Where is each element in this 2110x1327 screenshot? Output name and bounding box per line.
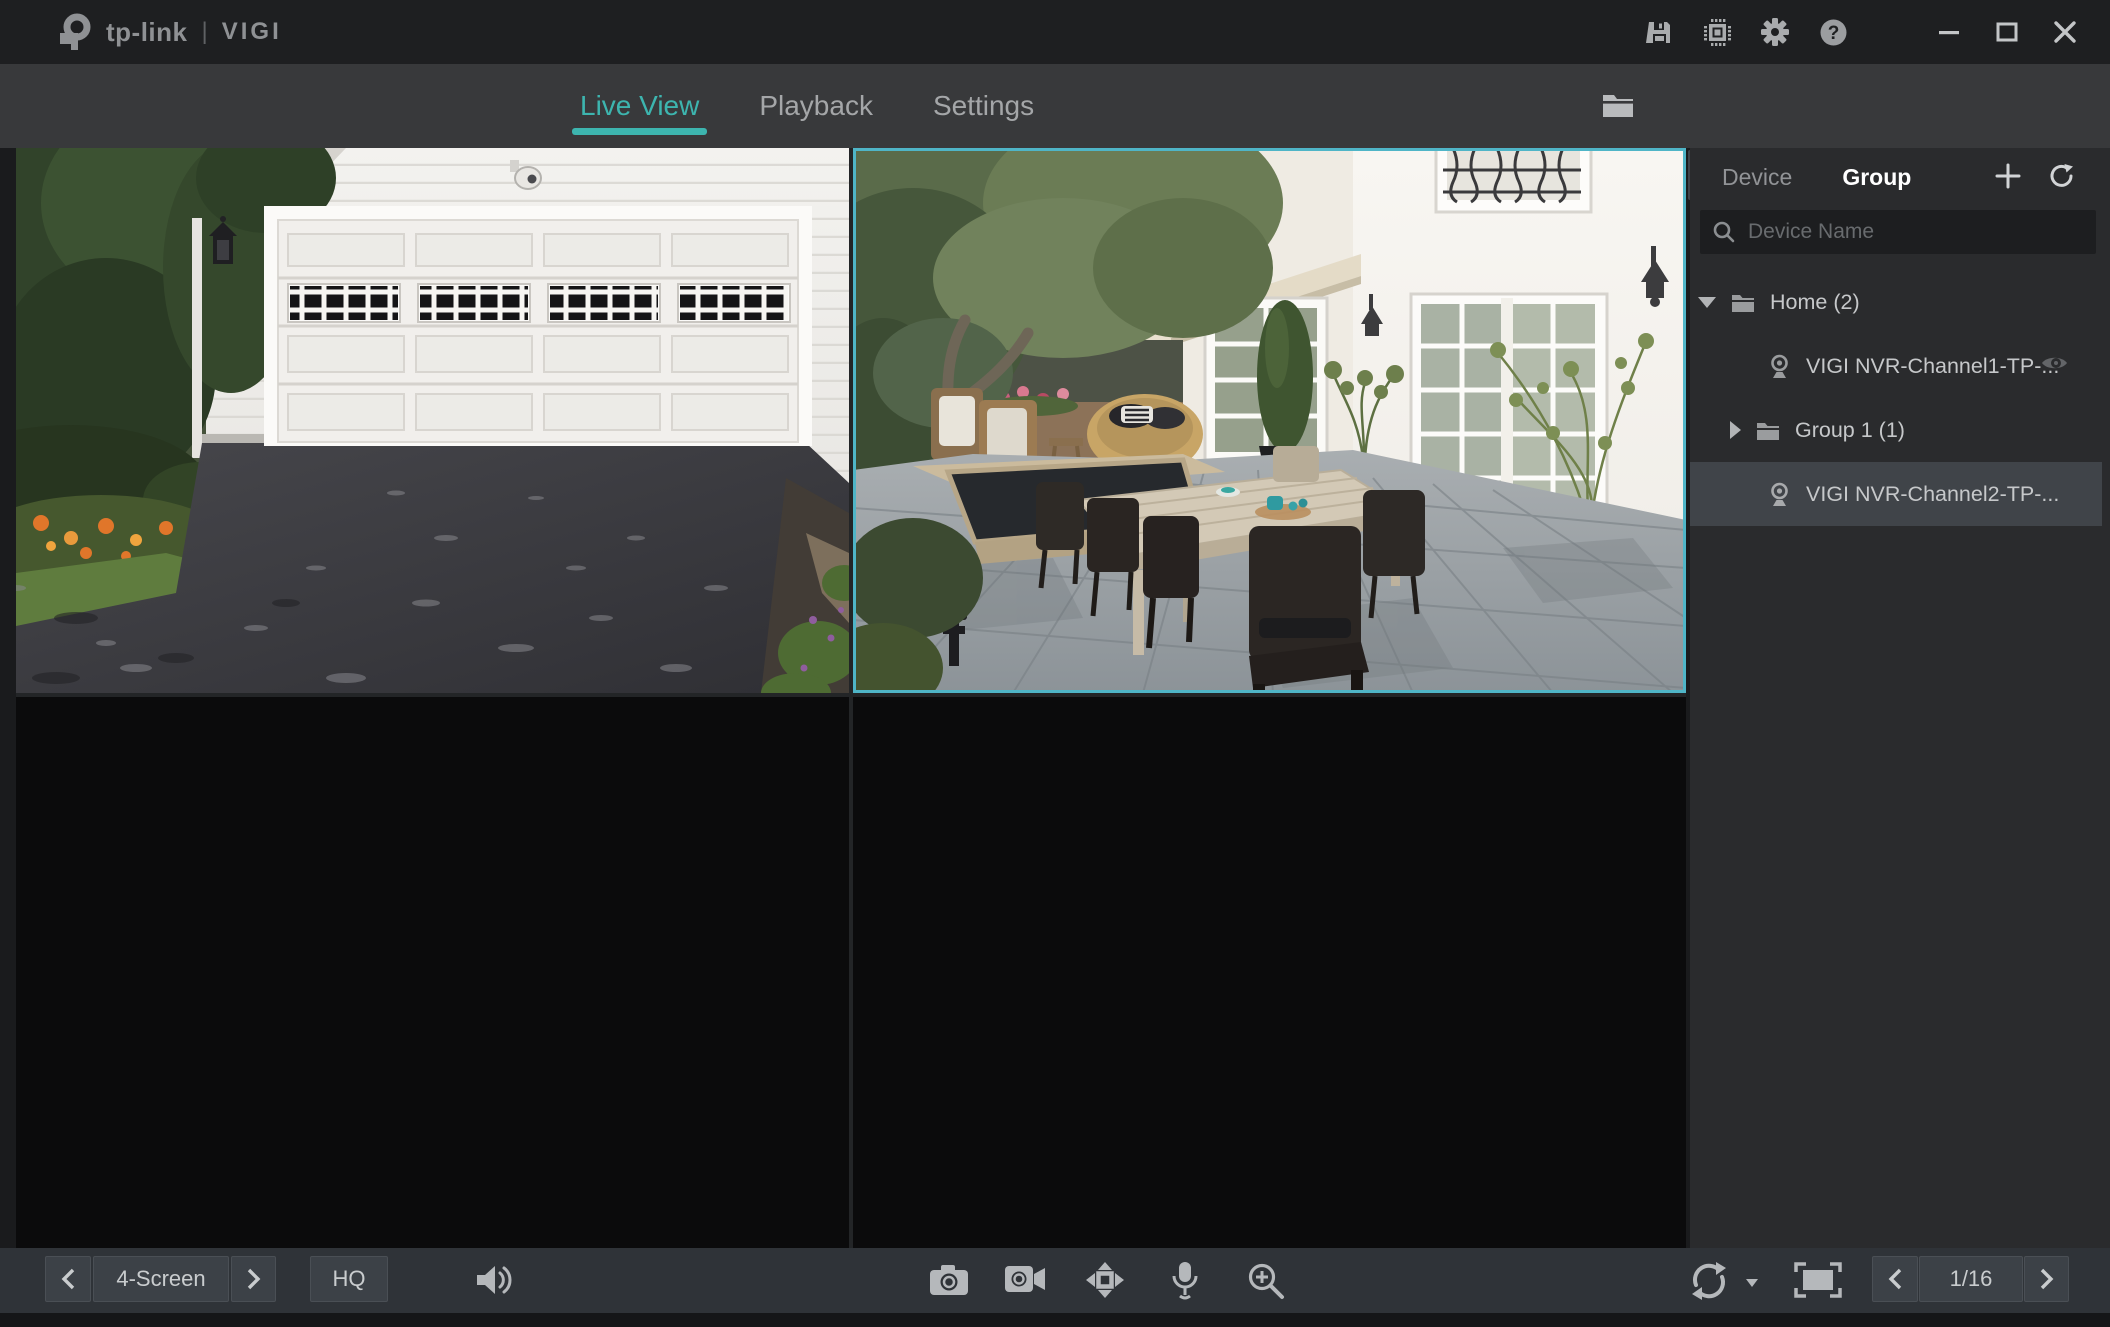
page-indicator: 1/16 [1919, 1256, 2023, 1302]
screen-layout-button[interactable]: 4-Screen [93, 1256, 229, 1302]
chevron-left-icon [60, 1267, 76, 1291]
ptz-icon[interactable] [1083, 1261, 1127, 1304]
microphone-icon[interactable] [1170, 1260, 1200, 1305]
tree-item-label: Group 1 (1) [1795, 418, 1905, 443]
sidebar-tab-device[interactable]: Device [1722, 164, 1792, 191]
tab-playback-label: Playback [759, 90, 873, 122]
svg-text:?: ? [1827, 23, 1839, 44]
auto-switch-icon[interactable] [1688, 1260, 1730, 1307]
playback-toolbar: 4-Screen HQ [0, 1248, 2110, 1313]
quality-button[interactable]: HQ [310, 1256, 388, 1302]
tab-settings-label: Settings [933, 90, 1034, 122]
refresh-icon[interactable] [2048, 162, 2076, 190]
video-cell-empty-4[interactable] [853, 697, 1686, 1248]
garage-camera-feed [16, 148, 849, 693]
folder-icon[interactable] [1601, 90, 1635, 120]
patio-camera-feed [853, 148, 1686, 693]
record-icon[interactable] [1003, 1263, 1047, 1300]
device-search [1700, 210, 2096, 254]
chevron-left-icon [1887, 1267, 1903, 1291]
device-sidebar: Device Group Home (2) VIGI NVR-Channel1- [1690, 148, 2110, 1248]
camera-icon [1768, 354, 1791, 379]
close-icon[interactable] [2050, 17, 2080, 47]
search-input[interactable] [1748, 220, 2084, 244]
tab-playback[interactable]: Playback [755, 64, 877, 148]
gear-icon[interactable] [1760, 17, 1790, 47]
maximize-icon[interactable] [1992, 17, 2022, 47]
tree-item-home[interactable]: Home (2) [1690, 270, 2110, 334]
brand-text: tp-link [106, 17, 188, 48]
dropdown-caret-icon[interactable] [1744, 1276, 1760, 1294]
chevron-right-icon [246, 1267, 262, 1291]
tree-item-label: VIGI NVR-Channel2-TP-... [1806, 482, 2059, 507]
video-cell-patio[interactable] [853, 148, 1686, 693]
video-cell-garage[interactable] [16, 148, 849, 693]
window-bottom-edge [0, 1313, 2110, 1327]
zoom-in-icon[interactable] [1246, 1261, 1286, 1306]
tree-item-group1[interactable]: Group 1 (1) [1690, 398, 2110, 462]
tab-live-view[interactable]: Live View [576, 64, 703, 148]
tplink-vigi-logo: tp-link | VIGI [54, 12, 282, 52]
tree-item-label: Home (2) [1770, 290, 1860, 315]
tplink-logo-icon [54, 12, 94, 52]
chevron-down-icon[interactable] [1698, 297, 1716, 308]
tab-settings[interactable]: Settings [929, 64, 1038, 148]
speaker-icon[interactable] [474, 1262, 514, 1303]
tab-live-view-label: Live View [580, 90, 699, 122]
device-tree: Home (2) VIGI NVR-Channel1-TP-... Group … [1690, 270, 2110, 526]
fullscreen-icon[interactable] [1794, 1262, 1842, 1303]
page-prev-button[interactable] [1872, 1256, 1918, 1302]
sidebar-tab-group-label: Group [1842, 164, 1911, 190]
video-cell-empty-3[interactable] [16, 697, 849, 1248]
search-icon [1712, 220, 1736, 244]
help-icon[interactable]: ? [1818, 17, 1848, 47]
main-tabs: Live View Playback Settings [576, 64, 1038, 148]
vigi-app-window: tp-link | VIGI [0, 0, 2110, 1327]
minimize-icon[interactable] [1934, 17, 1964, 47]
camera-icon [1768, 482, 1791, 507]
folder-icon [1756, 420, 1780, 441]
disk-icon[interactable] [1644, 17, 1674, 47]
page-indicator-label: 1/16 [1950, 1266, 1993, 1292]
nav-bar: Live View Playback Settings Please log i… [0, 64, 2110, 148]
quality-label: HQ [333, 1266, 366, 1292]
layout-prev-button[interactable] [45, 1256, 91, 1302]
titlebar: tp-link | VIGI [0, 0, 2110, 64]
page-next-button[interactable] [2024, 1256, 2069, 1302]
brand-divider: | [202, 18, 208, 46]
tree-item-label: VIGI NVR-Channel1-TP-... [1806, 354, 2059, 379]
chip-icon[interactable] [1702, 17, 1732, 47]
tree-item-channel2-selected[interactable]: VIGI NVR-Channel2-TP-... [1690, 462, 2102, 526]
video-grid [16, 148, 1686, 1248]
snapshot-icon[interactable] [928, 1263, 970, 1302]
chevron-right-icon [2039, 1267, 2055, 1291]
screen-layout-label: 4-Screen [116, 1266, 205, 1292]
tree-item-channel1[interactable]: VIGI NVR-Channel1-TP-... [1690, 334, 2110, 398]
plus-icon[interactable] [1994, 162, 2022, 190]
visibility-icon[interactable] [2041, 353, 2068, 379]
chevron-right-icon[interactable] [1730, 421, 1741, 439]
sidebar-tab-group[interactable]: Group [1842, 164, 1911, 191]
folder-icon [1731, 292, 1755, 313]
sidebar-tab-device-label: Device [1722, 164, 1792, 190]
product-text: VIGI [222, 18, 282, 46]
layout-next-button[interactable] [231, 1256, 276, 1302]
